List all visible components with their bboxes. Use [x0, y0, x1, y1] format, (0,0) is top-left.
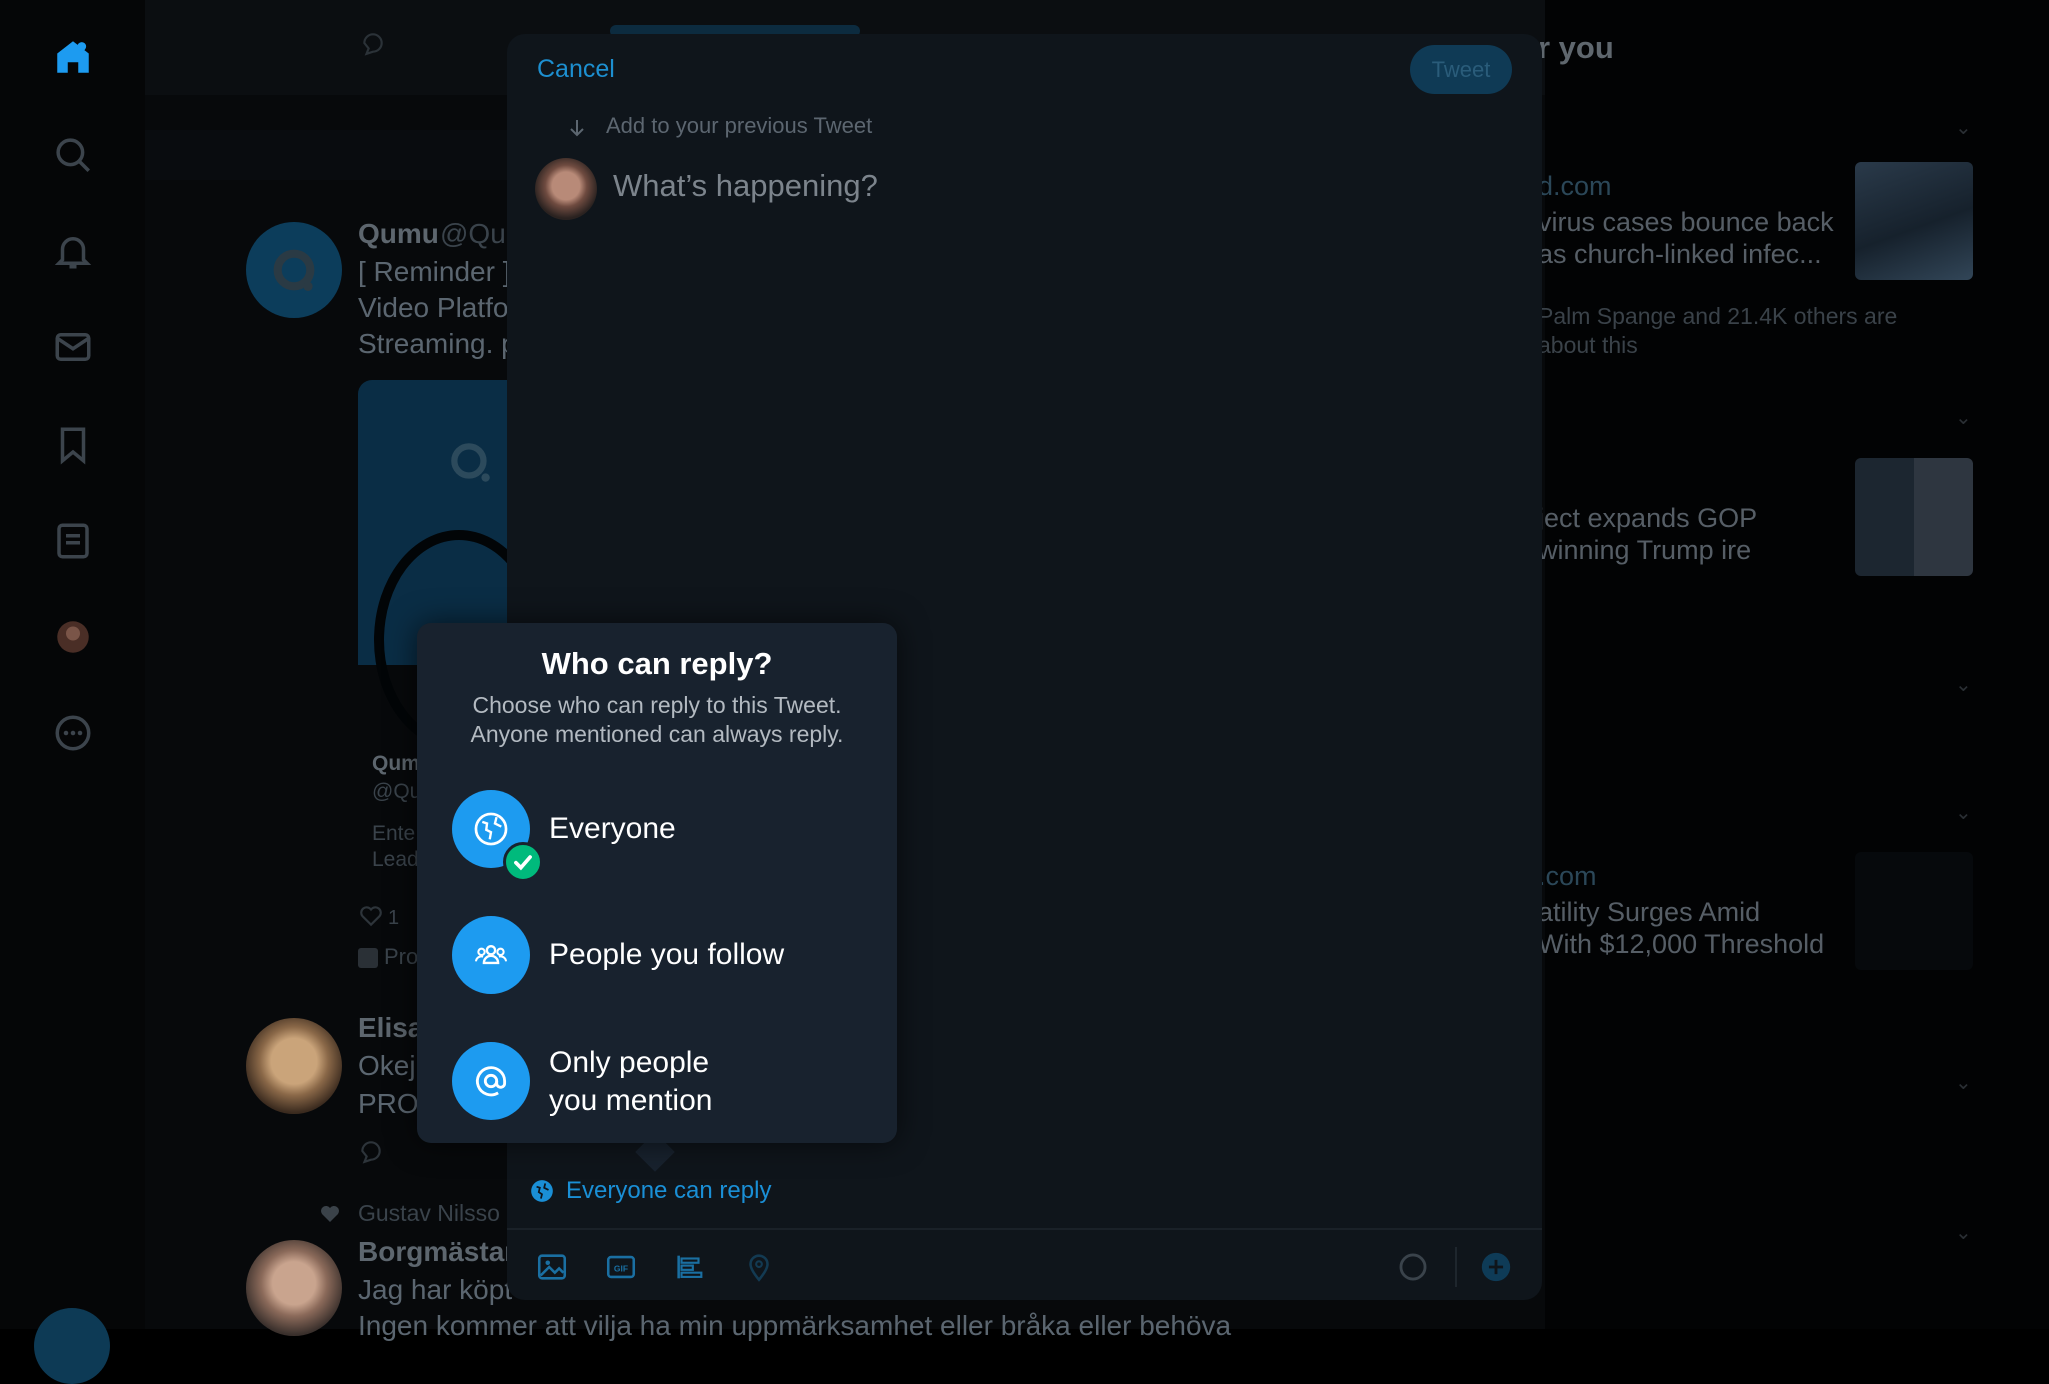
popover-description: Choose who can reply to this Tweet. Anyo…	[417, 691, 897, 749]
like-icon[interactable]	[358, 903, 384, 929]
post-author-handle[interactable]: @Qu	[440, 218, 506, 250]
card-text: Ente	[372, 822, 416, 845]
card-text: Lead	[372, 848, 419, 871]
reply-option-label: Only people you mention	[549, 1044, 712, 1120]
left-nav	[0, 0, 145, 1329]
story-source: d.com	[1538, 171, 1612, 201]
story-thumbnail[interactable]	[1855, 852, 1973, 970]
lists-icon[interactable]	[52, 520, 94, 562]
like-count: 1	[388, 907, 400, 929]
bookmark-icon[interactable]	[52, 424, 94, 466]
post-author-name[interactable]: Elisa	[358, 1012, 423, 1044]
divider	[1455, 1247, 1457, 1287]
add-tweet-icon[interactable]	[1479, 1250, 1513, 1284]
avatar[interactable]	[246, 222, 342, 318]
popover-description-line: Choose who can reply to this Tweet.	[472, 692, 842, 718]
sparkle-icon[interactable]	[360, 30, 386, 56]
location-icon[interactable]	[742, 1250, 776, 1284]
popover-description-line: Anyone mentioned can always reply.	[470, 721, 844, 747]
compose-text-input[interactable]: What’s happening?	[613, 168, 878, 204]
avatar[interactable]	[535, 158, 597, 220]
card-handle: @Qu	[372, 780, 422, 803]
story-headline-line[interactable]: as church-linked infec...	[1538, 238, 1822, 270]
chevron-down-icon[interactable]: ⌄	[1955, 672, 1977, 696]
add-to-previous-tweet-label[interactable]: Add to your previous Tweet	[606, 113, 872, 139]
post-text-line: Ingen kommer att vilja ha min uppmärksam…	[358, 1310, 1232, 1341]
post-author-name[interactable]: Borgmästar	[358, 1236, 515, 1268]
at-icon	[452, 1042, 530, 1120]
liked-by-label: Gustav Nilsso	[358, 1200, 500, 1226]
selected-checkmark-icon	[503, 842, 543, 882]
people-icon	[452, 916, 530, 994]
story-social-context: Palm Spange and 21.4K others are	[1538, 303, 1898, 329]
story-headline-line[interactable]: With $12,000 Threshold	[1538, 928, 1824, 960]
poll-icon[interactable]	[673, 1250, 707, 1284]
promoted-label: Pro	[384, 944, 419, 969]
card-name: Qum	[372, 752, 420, 775]
promoted-icon	[358, 948, 378, 968]
popover-title: Who can reply?	[541, 646, 773, 681]
post-text-line: Okej.	[358, 1050, 424, 1081]
avatar[interactable]	[246, 1240, 342, 1336]
post-text-line: Video Platfo	[358, 292, 509, 323]
sidebar-header: r you	[1538, 30, 1614, 65]
arrow-down-icon	[565, 116, 589, 140]
heart-icon	[318, 1202, 342, 1226]
chevron-down-icon[interactable]: ⌄	[1955, 405, 1977, 429]
right-sidebar	[1545, 0, 2049, 1329]
reply-option-label: Everyone	[549, 812, 676, 845]
story-source: .com	[1538, 861, 1597, 891]
chevron-down-icon[interactable]: ⌄	[1955, 800, 1977, 824]
svg-text:GIF: GIF	[614, 1263, 628, 1273]
reply-option-label: People you follow	[549, 938, 785, 971]
divider	[507, 1228, 1542, 1230]
reply-option-label-line: Only people	[549, 1046, 710, 1079]
story-thumbnail[interactable]	[1855, 458, 1973, 576]
reply-option-label-line: you mention	[549, 1084, 713, 1117]
story-social-context: about this	[1538, 332, 1638, 358]
image-icon[interactable]	[535, 1250, 569, 1284]
post-text-line: PRO	[358, 1088, 419, 1119]
character-count-ring-icon	[1396, 1250, 1430, 1284]
globe-icon[interactable]	[529, 1178, 555, 1204]
search-icon[interactable]	[52, 134, 94, 176]
messages-envelope-icon[interactable]	[52, 326, 94, 368]
more-options-icon[interactable]	[52, 712, 94, 754]
story-headline-line[interactable]: virus cases bounce back	[1538, 206, 1834, 238]
avatar[interactable]	[246, 1018, 342, 1114]
story-headline-line[interactable]: winning Trump ire	[1538, 534, 1751, 566]
chevron-down-icon[interactable]: ⌄	[1955, 1220, 1977, 1244]
profile-avatar-icon[interactable]	[52, 616, 94, 658]
compose-fab-button[interactable]	[34, 1308, 110, 1384]
post-author-name[interactable]: Qumu	[358, 218, 439, 250]
story-thumbnail[interactable]	[1855, 162, 1973, 280]
chevron-down-icon[interactable]: ⌄	[1955, 115, 1977, 139]
post-text-line: Streaming. p	[358, 328, 517, 359]
post-text-line: [ Reminder ]	[358, 256, 511, 287]
notifications-bell-icon[interactable]	[52, 230, 94, 272]
reply-setting-button[interactable]: Everyone can reply	[566, 1177, 771, 1205]
cancel-button[interactable]: Cancel	[537, 55, 615, 84]
tweet-button[interactable]: Tweet	[1410, 45, 1512, 94]
chevron-down-icon[interactable]: ⌄	[1955, 1070, 1977, 1094]
reply-icon[interactable]	[358, 1138, 384, 1164]
story-headline-line[interactable]: atility Surges Amid	[1538, 896, 1760, 928]
home-icon[interactable]	[52, 36, 94, 78]
post-text-line: Jag har köpt	[358, 1274, 513, 1305]
gif-icon[interactable]: GIF	[604, 1250, 638, 1284]
story-headline-line[interactable]: ject expands GOP	[1538, 502, 1757, 534]
